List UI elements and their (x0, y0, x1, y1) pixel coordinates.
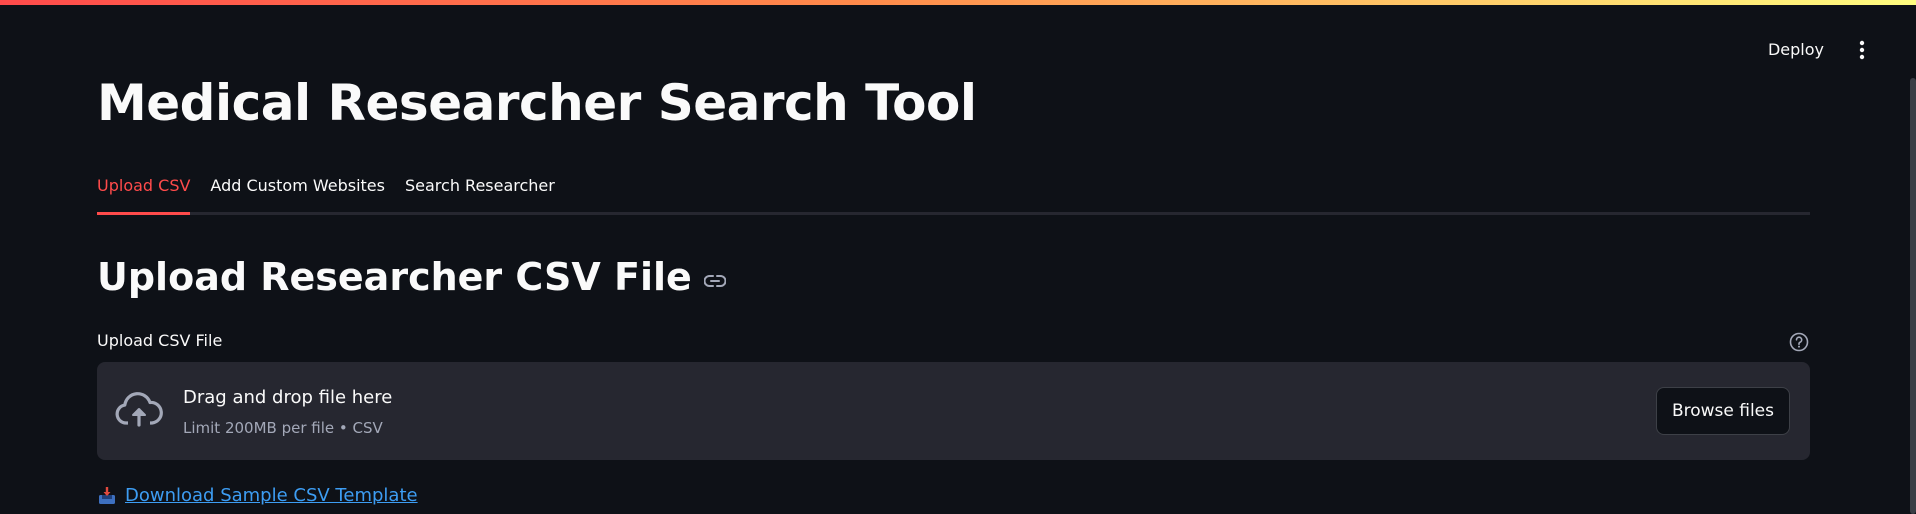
section-title-text: Upload Researcher CSV File (97, 255, 692, 299)
decoration-bar (0, 0, 1916, 5)
tab-upload-csv[interactable]: Upload CSV (97, 170, 191, 215)
page-title: Medical Researcher Search Tool (97, 74, 977, 132)
header-toolbar: Deploy (1762, 36, 1874, 63)
dropzone-subtitle: Limit 200MB per file • CSV (183, 419, 383, 437)
link-icon[interactable] (703, 274, 726, 288)
dropzone-title: Drag and drop file here (183, 387, 393, 408)
tab-add-custom-websites[interactable]: Add Custom Websites (210, 170, 385, 212)
question-circle-icon[interactable] (1788, 331, 1810, 353)
scrollbar[interactable] (1910, 78, 1916, 514)
download-link-text: Download Sample CSV Template (125, 485, 418, 506)
file-dropzone[interactable]: Drag and drop file here Limit 200MB per … (97, 362, 1810, 460)
browse-files-button[interactable]: Browse files (1655, 387, 1790, 435)
upload-label: Upload CSV File (97, 331, 223, 350)
tab-search-researcher[interactable]: Search Researcher (405, 170, 555, 212)
tab-bar: Upload CSV Add Custom Websites Search Re… (97, 170, 1810, 215)
vertical-dots-icon[interactable] (1850, 38, 1874, 62)
section-title: Upload Researcher CSV File (97, 255, 726, 299)
cloud-upload-icon (115, 391, 163, 431)
deploy-button[interactable]: Deploy (1762, 36, 1830, 63)
inbox-tray-icon (97, 486, 117, 506)
download-sample-link[interactable]: Download Sample CSV Template (97, 485, 418, 506)
